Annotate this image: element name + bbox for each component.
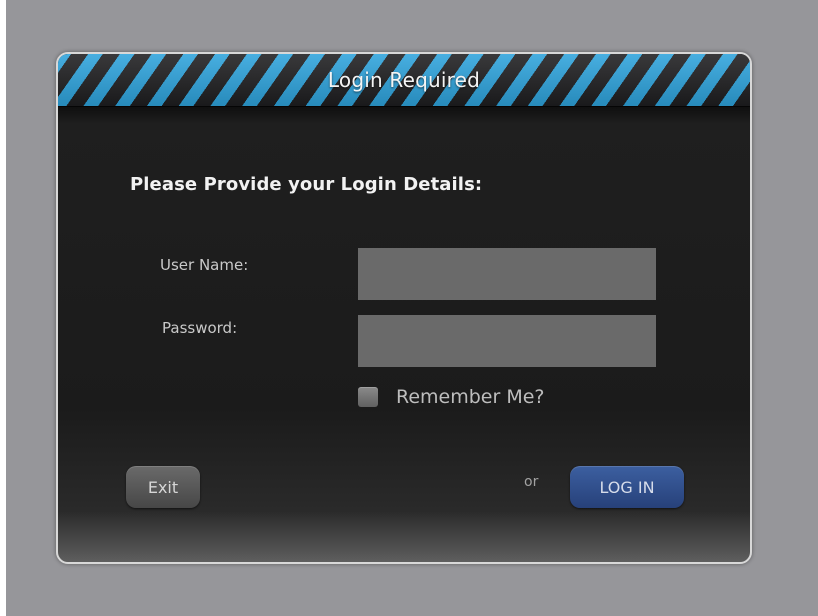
password-label: Password: [162, 319, 238, 337]
password-input[interactable] [358, 315, 656, 367]
dialog-title: Login Required [327, 68, 481, 92]
remember-me-label[interactable]: Remember Me? [396, 386, 545, 408]
remember-me-checkbox[interactable] [358, 387, 378, 407]
or-separator: or [524, 474, 539, 490]
remember-me-row[interactable]: Remember Me? [358, 386, 545, 408]
username-label: User Name: [160, 256, 249, 274]
login-heading: Please Provide your Login Details: [130, 174, 483, 195]
login-button[interactable]: LOG IN [570, 466, 684, 508]
title-bar-shadow [58, 106, 750, 124]
window-edge [0, 0, 6, 616]
title-bar: Login Required [58, 54, 750, 107]
exit-button[interactable]: Exit [126, 466, 200, 508]
login-dialog: Login Required Please Provide your Login… [56, 52, 752, 564]
username-input[interactable] [358, 248, 656, 300]
